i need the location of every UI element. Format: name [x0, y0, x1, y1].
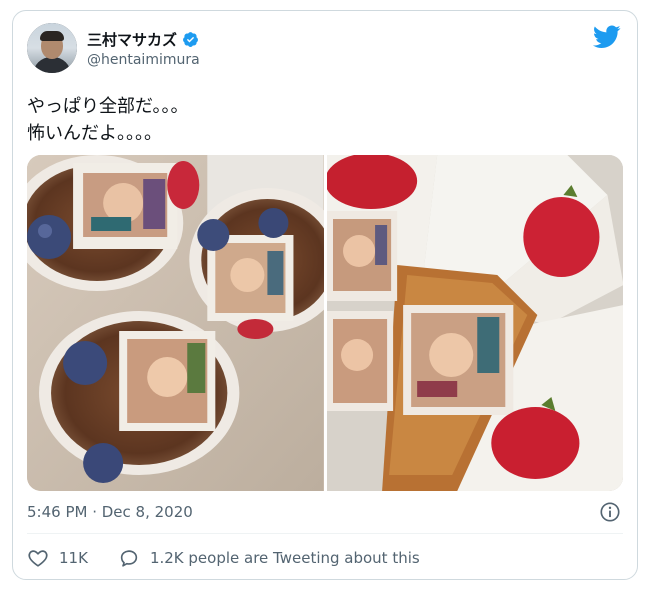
user-handle[interactable]: @hentaimimura — [87, 52, 200, 68]
heart-icon[interactable] — [27, 547, 49, 569]
conversation-action[interactable]: 1.2K people are Tweeting about this — [118, 547, 420, 569]
conversation-label[interactable]: 1.2K people are Tweeting about this — [150, 549, 420, 567]
speech-bubble-icon[interactable] — [118, 547, 140, 569]
tweet-text: やっぱり全部だ。。。 怖いんだよ。。。。 — [27, 93, 188, 147]
tweet-text-line: やっぱり全部だ。。。 — [27, 96, 189, 117]
twitter-bird-icon[interactable] — [593, 25, 621, 49]
tweet-card[interactable]: 三村マサカズ @hentaimimura やっぱり全部だ。。。 怖いんだよ。。。… — [12, 10, 638, 580]
divider — [27, 533, 623, 534]
tweet-photo-cake[interactable] — [326, 155, 623, 491]
like-action[interactable]: 11K — [27, 547, 88, 569]
tweet-photo-tiramisu[interactable] — [27, 155, 324, 491]
like-count[interactable]: 11K — [59, 549, 88, 567]
tweet-timestamp[interactable]: 5:46 PM · Dec 8, 2020 — [27, 503, 193, 521]
cake-photo-illustration — [326, 155, 623, 491]
verified-badge-icon — [183, 32, 198, 47]
tweet-media[interactable] — [27, 155, 623, 491]
display-name[interactable]: 三村マサカズ — [87, 29, 177, 50]
info-icon[interactable] — [599, 501, 621, 523]
tweet-text-line: 怖いんだよ。。。。 — [27, 123, 162, 144]
author-name-row[interactable]: 三村マサカズ — [87, 29, 199, 50]
tiramisu-photo-illustration — [27, 155, 324, 491]
avatar[interactable] — [27, 23, 77, 73]
tweet-actions: 11K 1.2K people are Tweeting about this — [27, 547, 450, 569]
